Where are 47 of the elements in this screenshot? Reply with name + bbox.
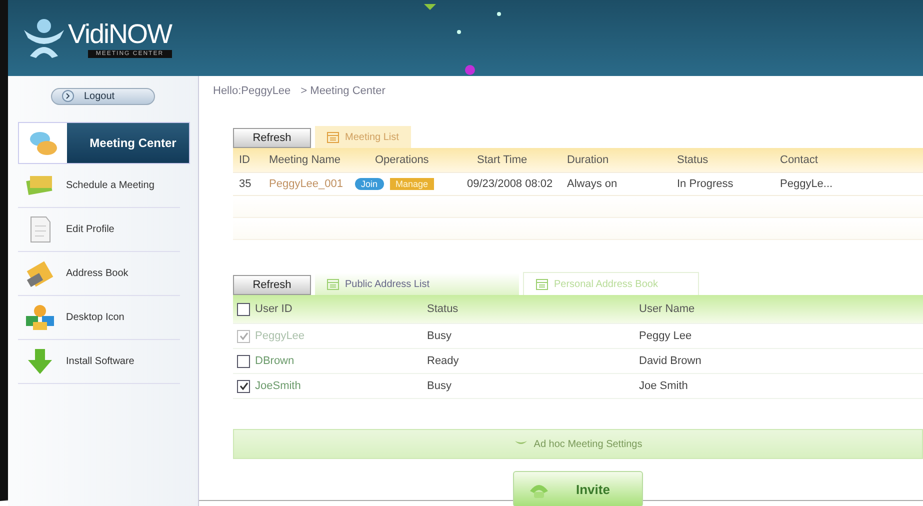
list-icon [327, 278, 339, 290]
column-header: Status [427, 303, 460, 315]
list-icon [536, 278, 548, 290]
list-icon [327, 132, 339, 142]
user-id: DBrown [255, 355, 294, 367]
column-header: ID [239, 154, 251, 166]
table-cell-text: Busy [427, 380, 452, 392]
sidebar-item[interactable]: Schedule a Meeting [18, 164, 180, 208]
refresh-button[interactable]: Refresh [233, 275, 311, 295]
table-cell-text: PeggyLe... [780, 178, 834, 190]
chat-icon [19, 123, 67, 163]
refresh-button[interactable]: Refresh [233, 128, 311, 148]
person-icon [22, 16, 66, 60]
tab[interactable]: Public Address List [315, 273, 519, 295]
table-cell-text: In Progress [677, 178, 734, 190]
sidebar-item[interactable]: Desktop Icon [18, 296, 180, 340]
invite-button[interactable]: Invite [513, 471, 643, 506]
column-header: Operations [374, 154, 430, 166]
user-id: PeggyLee [255, 330, 305, 342]
table-cell-text: Joe Smith [639, 380, 689, 392]
logout-button[interactable]: Logout [51, 88, 155, 104]
greeting-text: Hello:PeggyLee [213, 85, 291, 97]
column-header: Contact [780, 154, 819, 166]
checkbox[interactable] [237, 302, 250, 316]
sidebar-item[interactable]: Install Software [18, 340, 180, 384]
table-cell-text: Busy [427, 330, 452, 342]
breadcrumb-text: > Meeting Center [300, 85, 386, 97]
column-header: User Name [639, 303, 696, 315]
table-cell-text: Always on [567, 178, 618, 190]
sidebar-item[interactable]: Meeting Center [18, 122, 190, 164]
table-cell-text: Ready [427, 355, 460, 367]
column-header: User ID [255, 303, 292, 315]
column-header: Start Time [476, 154, 528, 166]
user-id: JoeSmith [255, 380, 301, 392]
table-cell-text: 09/23/2008 08:02 [467, 178, 554, 190]
column-header: Duration [567, 154, 610, 166]
table-cell-text: Peggy Lee [639, 330, 693, 342]
column-header: Status [677, 154, 710, 166]
column-header: Meeting Name [269, 154, 342, 166]
logo-text: VidiNOW [68, 18, 172, 50]
sidebar-item[interactable]: Address Book [18, 252, 180, 296]
table-cell-text: 35 [239, 178, 252, 190]
table-cell-text: David Brown [639, 355, 702, 367]
checkbox[interactable] [237, 354, 250, 368]
check-icon [238, 381, 248, 391]
checkbox[interactable] [237, 380, 250, 392]
sidebar-item[interactable]: Edit Profile [18, 208, 180, 252]
